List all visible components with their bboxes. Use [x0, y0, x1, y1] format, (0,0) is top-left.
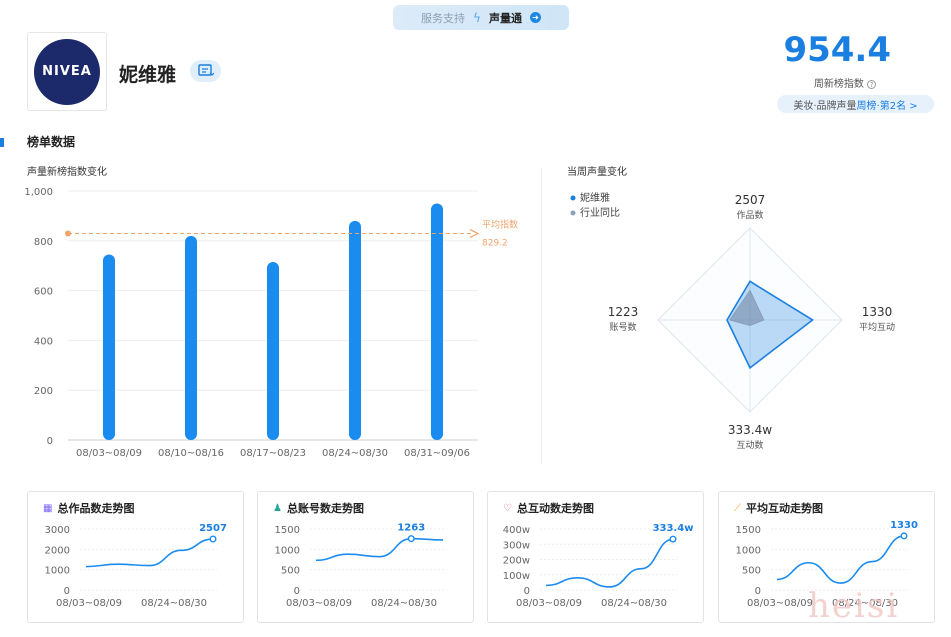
- legend-marker: [570, 210, 576, 216]
- bar-chart: 0 200 400 600 800 1,000 08/03~08/09 08/10~08/16…: [24, 187, 518, 459]
- y-tick-label: 1000: [275, 545, 300, 556]
- radar-axis-name: 平均互动: [859, 321, 895, 333]
- y-tick-label: 100w: [503, 571, 530, 582]
- x-tick-label: 08/03~08/09: [747, 598, 813, 609]
- peak-point: [900, 532, 908, 540]
- trend-card-interactions: ♡ 总互动数走势图 0 100w 200w 300w 400w 333.4w 08/03~08…: [487, 491, 704, 623]
- radar-axis-value: 2507: [735, 193, 766, 207]
- watermark: heisi: [808, 586, 900, 626]
- bar: [349, 220, 361, 440]
- radar-axis-value: 333.4w: [728, 423, 772, 437]
- radar-chart: 2507 作品数 1330 平均互动 333.4w 互动数 1223 账号数 妮维雅行业同比: [570, 191, 895, 451]
- index-label-row: 周新榜指数 ?: [800, 75, 890, 90]
- radar-axis-value: 1330: [862, 305, 893, 319]
- y-tick-label: 500: [281, 566, 300, 577]
- lightning-icon: ϟ: [473, 10, 481, 25]
- bar: [431, 203, 443, 440]
- service-support-pill[interactable]: 服务支持 ϟ 声量通 ➜: [393, 5, 569, 30]
- avg-arrow: [469, 228, 480, 239]
- y-tick-label: 0: [755, 586, 761, 597]
- index-label: 周新榜指数: [813, 79, 864, 90]
- x-tick-label: 08/24~08/30: [371, 598, 437, 609]
- x-tick-label: 08/03~08/09: [56, 598, 122, 609]
- section-marker: [0, 138, 4, 147]
- radar-axis-name: 作品数: [736, 209, 763, 221]
- radar-axis-name: 账号数: [609, 321, 636, 333]
- avg-label: 平均指数: [482, 219, 518, 231]
- bar: [267, 261, 279, 440]
- brand-name: 妮维雅: [119, 64, 177, 86]
- x-tick-label: 08/24~08/30: [141, 598, 207, 609]
- y-tick-label: 200: [34, 386, 53, 397]
- avg-value: 829.2: [482, 239, 508, 249]
- bar: [103, 254, 115, 440]
- service-support-label: 服务支持: [421, 11, 466, 25]
- brand-report-button[interactable]: [190, 60, 221, 82]
- trend-line-chart: 0 500 1000 1500 1263 08/03~08/09 08/24~08/30: [275, 523, 447, 609]
- peak-point: [407, 535, 415, 543]
- y-tick-label: 2000: [45, 545, 70, 556]
- y-tick-label: 1000: [736, 545, 761, 556]
- brand-logo: NIVEA: [27, 32, 107, 111]
- index-value: 954.4: [783, 30, 891, 70]
- trend-card-accounts: ♟ 总账号数走势图 0 500 1000 1500 1263 08/03~08/09 08/2…: [257, 491, 474, 623]
- rank-position: 周榜·第2名 >: [856, 100, 918, 112]
- y-tick-label: 800: [34, 237, 53, 248]
- x-tick-label: 08/03~08/09: [286, 598, 352, 609]
- radar-axis-name: 互动数: [736, 439, 763, 451]
- service-name: 声量通: [488, 11, 522, 25]
- y-tick-label: 3000: [45, 525, 70, 536]
- y-tick-label: 0: [294, 586, 300, 597]
- y-tick-label: 400: [34, 336, 53, 347]
- y-tick-label: 1000: [45, 566, 70, 577]
- peak-label: 1263: [397, 523, 425, 534]
- peak-point: [209, 535, 217, 543]
- x-tick-label: 08/03~08/09: [516, 598, 582, 609]
- peak-label: 1330: [890, 520, 918, 531]
- help-icon[interactable]: ?: [867, 79, 877, 89]
- legend-marker: [570, 195, 576, 201]
- x-tick-label: 08/31~09/06: [404, 448, 470, 459]
- legend-label: 妮维雅: [580, 191, 610, 204]
- bar: [185, 235, 197, 440]
- y-tick-label: 0: [64, 586, 70, 597]
- legend-label: 行业同比: [580, 206, 620, 219]
- y-tick-label: 500: [742, 566, 761, 577]
- y-tick-label: 1,000: [24, 187, 53, 198]
- x-tick-label: 08/17~08/23: [240, 448, 306, 459]
- trend-line: [776, 535, 905, 584]
- y-tick-label: 200w: [503, 556, 530, 567]
- peak-label: 2507: [199, 523, 227, 534]
- y-tick-label: 1500: [275, 525, 300, 536]
- brand-logo-text: NIVEA: [34, 38, 100, 105]
- y-tick-label: 400w: [503, 525, 530, 536]
- x-tick-label: 08/24~08/30: [322, 448, 388, 459]
- peak-point: [669, 535, 677, 543]
- x-tick-label: 08/03~08/09: [76, 448, 142, 459]
- rank-pill[interactable]: 美妆·品牌声量 周榜·第2名 >: [777, 95, 934, 113]
- y-tick-label: 0: [524, 586, 530, 597]
- x-tick-label: 08/10~08/16: [158, 448, 224, 459]
- arrow-right-icon[interactable]: ➜: [529, 12, 541, 23]
- y-tick-label: 300w: [503, 540, 530, 551]
- peak-label: 333.4w: [653, 523, 694, 534]
- section-title: 榜单数据: [27, 135, 76, 149]
- y-tick-label: 0: [47, 436, 53, 447]
- trend-line: [85, 538, 214, 568]
- y-tick-label: 600: [34, 287, 53, 298]
- trend-card-works: ▦ 总作品数走势图 0 1000 2000 3000 2507 08/03~08/09 08/…: [27, 491, 244, 623]
- trend-line-chart: 0 100w 200w 300w 400w 333.4w 08/03~08/09 08/24~…: [503, 523, 694, 609]
- trend-line: [545, 538, 674, 588]
- report-icon: [197, 64, 214, 76]
- divider: [541, 168, 542, 464]
- x-tick-label: 08/24~08/30: [601, 598, 667, 609]
- y-tick-label: 1500: [736, 525, 761, 536]
- trend-line-chart: 0 1000 2000 3000 2507 08/03~08/09 08/24~08/30: [45, 523, 227, 609]
- radar-axis-value: 1223: [608, 305, 639, 319]
- rank-category: 美妆·品牌声量: [793, 100, 857, 112]
